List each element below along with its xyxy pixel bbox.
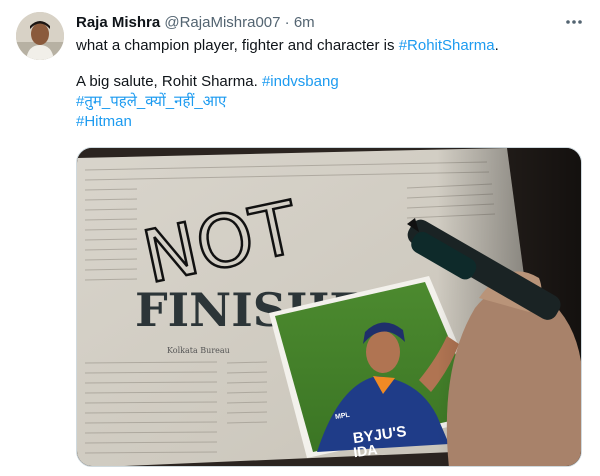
separator: · <box>284 14 290 31</box>
user-handle[interactable]: @RajaMishra007 <box>164 14 280 31</box>
newspaper-byline: Kolkata Bureau <box>167 346 230 355</box>
tweet-header: Raja Mishra @RajaMishra007 · 6m <box>76 13 315 33</box>
hashtag-link[interactable]: #RohitSharma <box>399 37 495 54</box>
hashtag-link[interactable]: #तुम_पहले_क्यों_नहीं_आए <box>76 93 226 110</box>
tweet-text-line-2: A big salute, Rohit Sharma. #indvsbang <box>76 72 586 92</box>
tweet-text-line-4: #Hitman <box>76 112 586 132</box>
hashtag-link[interactable]: #Hitman <box>76 113 132 130</box>
text-segment: what a champion player, fighter and char… <box>76 37 399 54</box>
timestamp[interactable]: 6m <box>294 14 315 31</box>
avatar[interactable] <box>16 12 64 60</box>
jersey-text-2: IDA <box>352 441 378 460</box>
more-dots-icon <box>566 20 582 24</box>
avatar-image <box>16 12 64 60</box>
tweet-text-line-3: #तुम_पहले_क्यों_नहीं_आए <box>76 92 586 112</box>
tweet[interactable]: Raja Mishra @RajaMishra007 · 6m what a c… <box>0 0 600 476</box>
media-image: FINISHED NOT Kolkata Bureau BYJU'S IDA M… <box>77 148 581 466</box>
tweet-text-line-1: what a champion player, fighter and char… <box>76 36 586 56</box>
text-segment: A big salute, Rohit Sharma. <box>76 73 262 90</box>
text-segment: . <box>494 37 499 54</box>
tweet-media[interactable]: FINISHED NOT Kolkata Bureau BYJU'S IDA M… <box>76 147 582 467</box>
tweet-text: what a champion player, fighter and char… <box>76 36 586 132</box>
display-name[interactable]: Raja Mishra <box>76 14 160 31</box>
more-button[interactable] <box>560 8 588 36</box>
hashtag-link[interactable]: #indvsbang <box>262 73 339 90</box>
